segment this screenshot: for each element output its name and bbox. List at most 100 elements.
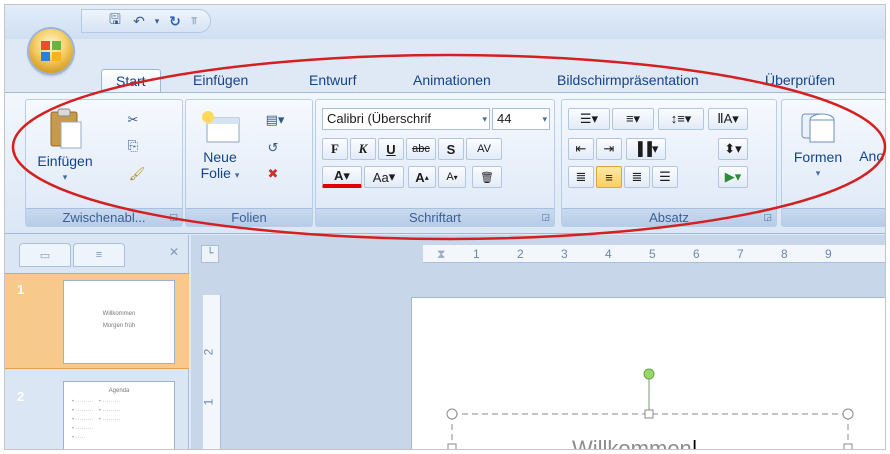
slide-title-value: Willkommen xyxy=(572,436,692,450)
tab-slides[interactable]: ▭ xyxy=(19,243,71,267)
group-label-drawing xyxy=(782,208,885,226)
ribbon-tabs: Start Einfügen Entwurf Animationen Bilds… xyxy=(5,65,885,93)
group-slides: Neue Folie ▾ ▤▾ ↺ ✖ Folien xyxy=(185,99,313,227)
ruler-mark: 3 xyxy=(561,247,568,261)
new-slide-label-2-text: Folie xyxy=(200,165,231,181)
tab-entwurf[interactable]: Entwurf xyxy=(309,69,356,93)
shrink-font-button[interactable]: A ▾ xyxy=(438,166,466,188)
shrink-font-label: A xyxy=(446,171,454,183)
paste-button[interactable]: Einfügen ▾ xyxy=(32,108,98,185)
grow-font-button[interactable]: A ▴ xyxy=(408,166,436,188)
reset-icon[interactable]: ↺ xyxy=(262,138,284,158)
save-icon[interactable]: 🖫 xyxy=(104,11,126,31)
editing-area: └ ⧗ 1 2 3 4 5 6 7 8 9 2 1 Willkommen| xyxy=(191,235,886,450)
dialog-launcher-icon[interactable]: ◲ xyxy=(763,212,772,223)
powerpoint-window: 🖫 ↶ ▾ ↻ ⫪ Start Einfügen Entwurf Animati… xyxy=(4,4,886,450)
dialog-launcher-icon[interactable]: ◲ xyxy=(169,212,178,223)
clear-formatting-icon[interactable]: 🗑 xyxy=(472,166,502,188)
font-name-value: Calibri (Überschrif xyxy=(327,111,432,126)
chevron-down-icon: ▾ xyxy=(234,170,240,180)
group-clipboard: Einfügen ▾ ✂ ⎘ 🖌 Zwischenabl... ◲ xyxy=(25,99,183,227)
tab-ueberpruefen[interactable]: Überprüfen xyxy=(765,69,835,93)
thumbnail-subtitle: Morgen früh xyxy=(102,323,136,329)
shapes-button[interactable]: Formen ▾ xyxy=(788,108,848,181)
ruler-mark: 1 xyxy=(473,247,480,261)
clipboard-group-title: Zwischenabl... xyxy=(62,210,146,225)
character-spacing-button[interactable]: AV xyxy=(466,138,502,160)
new-slide-button[interactable]: Neue Folie ▾ xyxy=(192,108,248,183)
font-size-dropdown[interactable]: 44 ▾ xyxy=(492,108,550,130)
ruler-mark: 6 xyxy=(693,247,700,261)
align-left-icon[interactable]: ≣ xyxy=(568,166,594,188)
text-direction-button[interactable]: ⅡA▾ xyxy=(708,108,748,130)
justify-icon[interactable]: ☰ xyxy=(652,166,678,188)
numbering-button[interactable]: ≡▾ xyxy=(612,108,654,130)
bullets-button[interactable]: ☰▾ xyxy=(568,108,610,130)
font-name-dropdown[interactable]: Calibri (Überschrif ▾ xyxy=(322,108,490,130)
quick-access-toolbar: 🖫 ↶ ▾ ↻ ⫪ xyxy=(81,9,211,33)
tab-outline[interactable]: ≡ xyxy=(73,243,125,267)
group-label-clipboard: Zwischenabl... xyxy=(26,208,182,226)
arrange-button[interactable]: Anor xyxy=(854,148,885,164)
tab-start[interactable]: Start xyxy=(101,69,161,93)
close-icon[interactable]: ✕ xyxy=(169,245,179,259)
align-right-icon[interactable]: ≣ xyxy=(624,166,650,188)
italic-button[interactable]: K xyxy=(350,138,376,160)
dialog-launcher-icon[interactable]: ◲ xyxy=(541,212,550,223)
slide-title-text[interactable]: Willkommen| xyxy=(572,436,698,450)
smartart-icon[interactable]: ▶▾ xyxy=(718,166,748,188)
delete-slide-icon[interactable]: ✖ xyxy=(262,164,284,184)
thumbnail-row-1[interactable]: 1 Willkommen Morgen früh xyxy=(5,273,189,369)
slide-thumbnail-1[interactable]: Willkommen Morgen früh xyxy=(63,280,175,364)
grow-font-label: A xyxy=(415,169,425,185)
ruler-mark: 7 xyxy=(737,247,744,261)
dropdown-icon[interactable]: ▾ xyxy=(152,11,162,31)
ruler-mark: 2 xyxy=(517,247,524,261)
tab-animationen[interactable]: Animationen xyxy=(413,69,491,93)
ruler-mark: 8 xyxy=(781,247,788,261)
thumbnail-bullets: • ········· • ········· • ········· • ··… xyxy=(72,399,121,441)
group-paragraph: ☰▾ ≡▾ ↕≡▾ ⅡA▾ ⇤ ⇥ ▐▐▾ ⬍▾ ≣ ≡ ≣ ☰ ▶▾ Absa… xyxy=(561,99,777,227)
office-button[interactable] xyxy=(29,29,73,73)
slide-thumbnail-2[interactable]: Agenda • ········· • ········· • ·······… xyxy=(63,381,175,449)
strikethrough-button[interactable]: abc xyxy=(406,138,436,160)
font-size-value: 44 xyxy=(497,111,512,126)
vertical-ruler: 2 1 xyxy=(201,295,221,449)
change-case-label: Aa xyxy=(372,169,389,185)
shadow-button[interactable]: S xyxy=(438,138,464,160)
customize-icon[interactable]: ⫪ xyxy=(188,11,200,31)
tab-stop-selector[interactable]: └ xyxy=(201,245,219,263)
chevron-down-icon: ▾ xyxy=(542,114,547,124)
cut-icon[interactable]: ✂ xyxy=(122,110,144,130)
horizontal-ruler: ⧗ 1 2 3 4 5 6 7 8 9 xyxy=(423,245,885,263)
slide-number: 1 xyxy=(17,282,25,297)
bold-button[interactable]: F xyxy=(322,138,348,160)
ruler-mark: 2 xyxy=(201,348,216,356)
tab-bildschirmpraesentation[interactable]: Bildschirmpräsentation xyxy=(557,69,699,93)
tab-einfuegen[interactable]: Einfügen xyxy=(193,69,248,93)
decrease-indent-icon[interactable]: ⇤ xyxy=(568,138,594,160)
slide-canvas[interactable]: Willkommen| xyxy=(411,297,886,450)
change-case-button[interactable]: Aa ▾ xyxy=(364,166,404,188)
increase-indent-icon[interactable]: ⇥ xyxy=(596,138,622,160)
columns-button[interactable]: ▐▐▾ xyxy=(626,138,666,160)
slide-number: 2 xyxy=(17,389,25,404)
thumbnail-row-2[interactable]: 2 Agenda • ········· • ········· • ·····… xyxy=(5,381,189,449)
paragraph-group-title: Absatz xyxy=(649,210,689,225)
underline-button[interactable]: U xyxy=(378,138,404,160)
line-spacing-button[interactable]: ↕≡▾ xyxy=(658,108,704,130)
undo-icon[interactable]: ↶ xyxy=(128,11,150,31)
format-painter-icon[interactable]: 🖌 xyxy=(126,164,148,184)
font-color-button[interactable]: A▾ xyxy=(322,166,362,188)
layout-icon[interactable]: ▤▾ xyxy=(260,110,290,130)
copy-icon[interactable]: ⎘ xyxy=(122,136,144,156)
align-text-icon[interactable]: ⬍▾ xyxy=(718,138,748,160)
shapes-label: Formen xyxy=(793,149,843,165)
title-placeholder-frame[interactable] xyxy=(412,298,886,450)
ribbon: Einfügen ▾ ✂ ⎘ 🖌 Zwischenabl... ◲ Neue F… xyxy=(5,92,885,234)
new-slide-label-1: Neue xyxy=(203,149,237,165)
align-center-icon[interactable]: ≡ xyxy=(596,166,622,188)
indent-marker-icon[interactable]: ⧗ xyxy=(437,247,445,262)
new-slide-icon xyxy=(202,111,240,143)
redo-icon[interactable]: ↻ xyxy=(164,11,186,31)
